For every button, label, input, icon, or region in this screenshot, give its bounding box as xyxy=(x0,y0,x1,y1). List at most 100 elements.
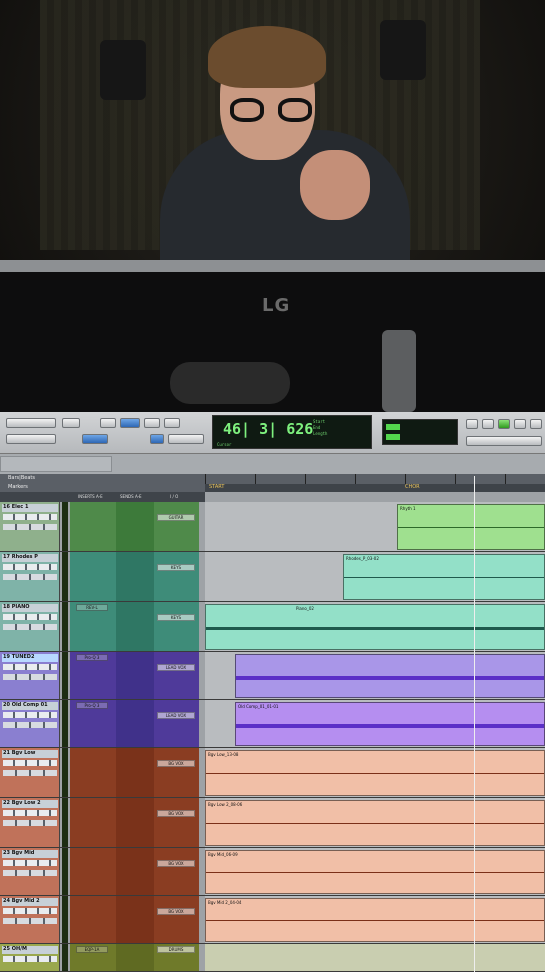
loop-button[interactable] xyxy=(530,419,542,429)
io-column[interactable]: KEYS xyxy=(154,602,199,651)
sends-column[interactable] xyxy=(116,502,154,551)
transport-secondary-buttons[interactable] xyxy=(466,436,542,446)
track-name[interactable]: 20 Old Comp 01 xyxy=(2,702,58,710)
output-selector[interactable]: BG VOX xyxy=(157,810,195,817)
output-selector[interactable]: BG VOX xyxy=(157,860,195,867)
track-record-solo-mute-buttons[interactable] xyxy=(3,908,57,914)
track-view-buttons[interactable] xyxy=(3,918,57,924)
track-name[interactable]: 22 Bgv Low 2 xyxy=(2,800,58,808)
track-view-buttons[interactable] xyxy=(3,820,57,826)
insert-slot[interactable]: EQP-1A xyxy=(76,946,108,953)
track-record-solo-mute-buttons[interactable] xyxy=(3,664,57,670)
track-playlist[interactable]: Old Comp_01_01-01 xyxy=(205,700,545,747)
sends-column[interactable] xyxy=(116,552,154,601)
io-column[interactable]: DRUMS xyxy=(154,944,199,971)
track-view-buttons[interactable] xyxy=(3,770,57,776)
track-view-buttons[interactable] xyxy=(3,524,57,530)
track-record-solo-mute-buttons[interactable] xyxy=(3,564,57,570)
output-selector[interactable]: DRUMS xyxy=(157,946,195,953)
track-record-solo-mute-buttons[interactable] xyxy=(3,956,57,962)
track-name[interactable]: 21 Bgv Low xyxy=(2,750,58,758)
trim-tool-icon[interactable] xyxy=(100,418,116,428)
audio-clip[interactable] xyxy=(235,654,545,698)
timebase-selector[interactable] xyxy=(0,456,112,472)
track-row[interactable]: 17 Rhodes P KEYS Rhodes_P_03-02 xyxy=(0,552,545,602)
sends-column[interactable] xyxy=(116,700,154,747)
audio-clip[interactable]: Bgv Low 2_08-06 xyxy=(205,800,545,846)
io-column[interactable]: BG VOX xyxy=(154,798,199,847)
sends-column[interactable] xyxy=(116,944,154,971)
inserts-column[interactable] xyxy=(70,502,116,551)
io-column[interactable]: LEAD VOX xyxy=(154,652,199,699)
stop-button[interactable] xyxy=(482,419,494,429)
track-name[interactable]: 25 OH/M xyxy=(2,946,58,954)
track-row[interactable]: 20 Old Comp 01 Pro-Q 3 LEAD VOX Old Comp… xyxy=(0,700,545,748)
track-row[interactable]: 21 Bgv Low BG VOX Bgv Low_13-08 xyxy=(0,748,545,798)
track-row[interactable]: 22 Bgv Low 2 BG VOX Bgv Low 2_08-06 xyxy=(0,798,545,848)
output-selector[interactable]: GUITAR xyxy=(157,514,195,521)
smart-tool-button[interactable] xyxy=(150,434,164,444)
track-playlist[interactable]: Rhyth 1 xyxy=(205,502,545,551)
io-column[interactable]: BG VOX xyxy=(154,896,199,943)
track-row[interactable]: 19 TUNED2 Pro-Q 3 LEAD VOX xyxy=(0,652,545,700)
track-record-solo-mute-buttons[interactable] xyxy=(3,712,57,718)
output-selector[interactable]: KEYS xyxy=(157,564,195,571)
output-selector[interactable]: KEYS xyxy=(157,614,195,621)
track-row[interactable]: 18 PIANO REV-L KEYS Piano_02 xyxy=(0,602,545,652)
output-selector[interactable]: BG VOX xyxy=(157,908,195,915)
inserts-column[interactable] xyxy=(70,896,116,943)
output-selector[interactable]: BG VOX xyxy=(157,760,195,767)
track-playlist[interactable] xyxy=(205,652,545,699)
audio-clip[interactable]: Bgv Low_13-08 xyxy=(205,750,545,796)
audio-clip[interactable]: Piano_02 xyxy=(205,604,545,650)
audio-clip[interactable]: Bgv Mid 2_04-04 xyxy=(205,898,545,942)
io-column[interactable]: KEYS xyxy=(154,552,199,601)
track-view-buttons[interactable] xyxy=(3,624,57,630)
inserts-column[interactable] xyxy=(70,552,116,601)
track-row[interactable]: 24 Bgv Mid 2 BG VOX Bgv Mid 2_04-04 xyxy=(0,896,545,944)
audio-clip[interactable]: Old Comp_01_01-01 xyxy=(235,702,545,746)
track-view-buttons[interactable] xyxy=(3,870,57,876)
track-playlist[interactable]: Rhodes_P_03-02 xyxy=(205,552,545,601)
main-counter[interactable]: 46| 3| 626 Start End Length Cursor xyxy=(212,415,372,449)
output-selector[interactable]: LEAD VOX xyxy=(157,664,195,671)
io-column[interactable]: GUITAR xyxy=(154,502,199,551)
track-playlist[interactable]: Bgv Mid 2_04-04 xyxy=(205,896,545,943)
track-name[interactable]: 17 Rhodes P xyxy=(2,554,58,562)
grid-nudge-buttons[interactable] xyxy=(6,434,56,444)
track-record-solo-mute-buttons[interactable] xyxy=(3,860,57,866)
record-button[interactable] xyxy=(514,419,526,429)
rewind-button[interactable] xyxy=(466,419,478,429)
track-playlist[interactable]: Piano_02 xyxy=(205,602,545,651)
io-column[interactable]: BG VOX xyxy=(154,848,199,895)
grabber-tool-icon[interactable] xyxy=(120,418,140,428)
track-record-solo-mute-buttons[interactable] xyxy=(3,760,57,766)
audio-clip[interactable]: Rhyth 1 xyxy=(397,504,545,550)
track-name[interactable]: 23 Bgv Mid xyxy=(2,850,58,858)
output-selector[interactable]: LEAD VOX xyxy=(157,712,195,719)
inserts-column[interactable]: REV-L xyxy=(70,602,116,651)
track-row[interactable]: 16 Elec 1 GUITAR Rhyth 1 xyxy=(0,502,545,552)
track-playlist[interactable]: Bgv Low_13-08 xyxy=(205,748,545,797)
pencil-tool-icon[interactable] xyxy=(144,418,160,428)
audio-clip[interactable]: Bgv Mid_06-09 xyxy=(205,850,545,894)
play-button[interactable] xyxy=(498,419,510,429)
insert-slot[interactable]: REV-L xyxy=(76,604,108,611)
sends-column[interactable] xyxy=(116,602,154,651)
track-playlist[interactable] xyxy=(205,944,545,971)
inserts-column[interactable]: EQP-1A xyxy=(70,944,116,971)
sends-column[interactable] xyxy=(116,798,154,847)
track-name[interactable]: 18 PIANO xyxy=(2,604,58,612)
io-column[interactable]: BG VOX xyxy=(154,748,199,797)
sends-column[interactable] xyxy=(116,748,154,797)
inserts-column[interactable]: Pro-Q 3 xyxy=(70,700,116,747)
insert-slot[interactable]: Pro-Q 3 xyxy=(76,702,108,709)
edit-mode-buttons[interactable] xyxy=(6,418,56,428)
track-view-buttons[interactable] xyxy=(3,574,57,580)
sends-column[interactable] xyxy=(116,848,154,895)
track-view-buttons[interactable] xyxy=(3,674,57,680)
zoom-button[interactable] xyxy=(62,418,80,428)
tempo-meter-display[interactable] xyxy=(382,419,458,445)
sends-column[interactable] xyxy=(116,896,154,943)
track-playlist[interactable]: Bgv Low 2_08-06 xyxy=(205,798,545,847)
